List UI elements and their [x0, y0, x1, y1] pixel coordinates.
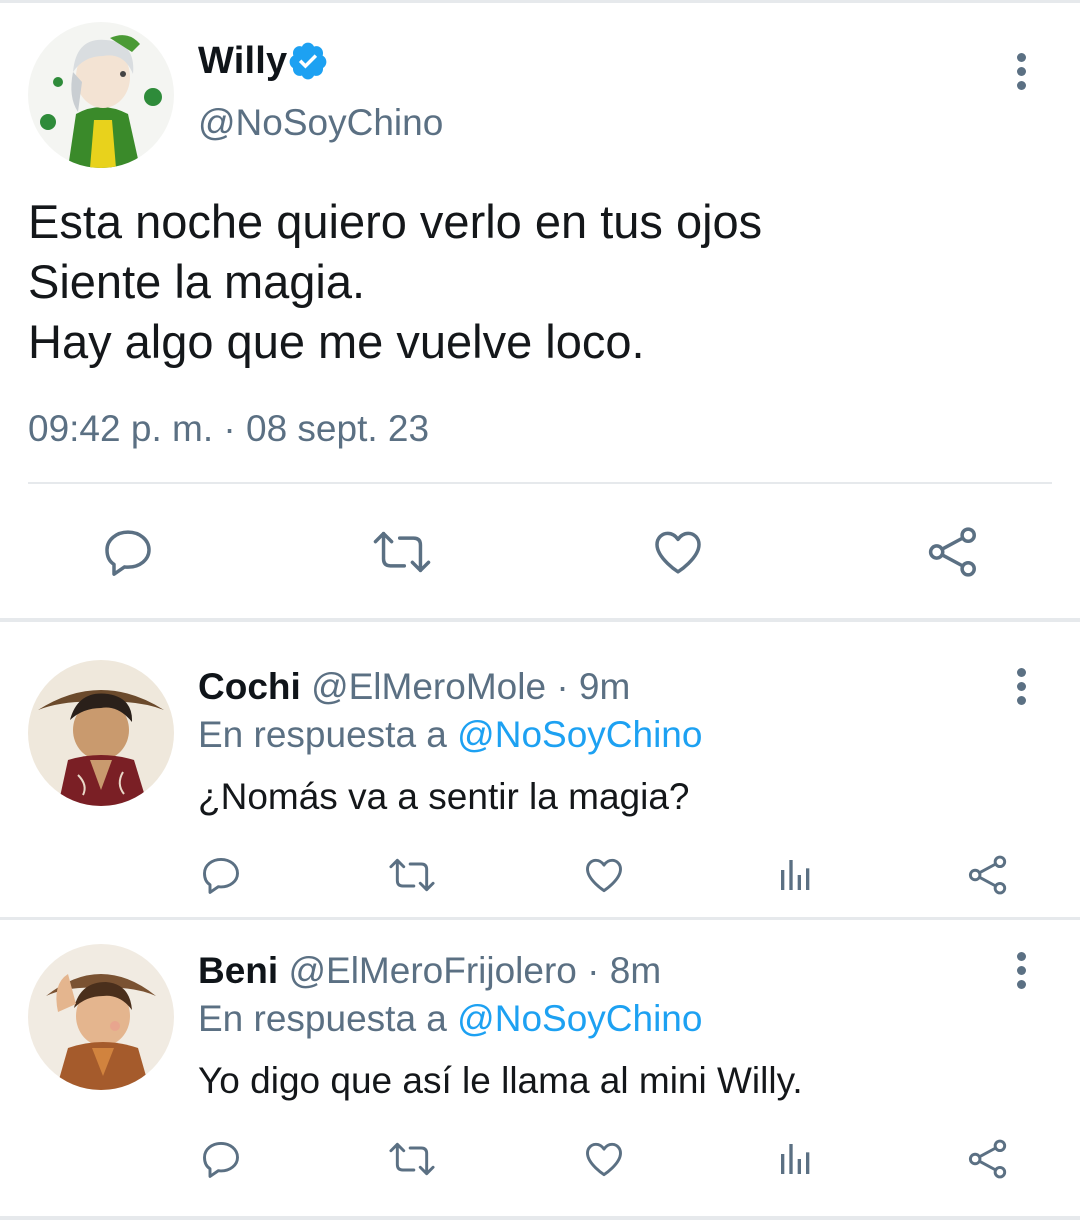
tweet-line: Esta noche quiero verlo en tus ojos — [28, 195, 763, 248]
section-divider — [0, 1216, 1080, 1220]
reply-mention-link[interactable]: @NoSoyChino — [457, 714, 702, 755]
reply-icon[interactable] — [100, 524, 156, 580]
retweet-icon[interactable] — [388, 853, 436, 897]
top-divider — [0, 0, 1080, 3]
retweet-icon[interactable] — [372, 524, 432, 580]
retweet-icon[interactable] — [388, 1137, 436, 1181]
reply-author-handle[interactable]: @ElMeroMole — [311, 666, 546, 707]
avatar[interactable] — [28, 660, 174, 806]
share-icon[interactable] — [925, 524, 981, 580]
reply-text: ¿Nomás va a sentir la magia? — [198, 776, 690, 817]
reply-author-name[interactable]: Cochi — [198, 666, 301, 707]
share-icon[interactable] — [966, 1137, 1010, 1181]
analytics-icon[interactable] — [776, 855, 816, 895]
like-icon[interactable] — [650, 524, 706, 580]
tweet-timestamp[interactable]: 09:42 p. m. · 08 sept. 23 — [28, 408, 429, 450]
reply-context-label: En respuesta a — [198, 714, 447, 755]
avatar[interactable] — [28, 22, 174, 168]
reply-icon[interactable] — [199, 1137, 243, 1181]
reply-header: Beni @ElMeroFrijolero · 8m — [198, 950, 661, 992]
reply-header: Cochi @ElMeroMole · 9m — [198, 666, 630, 708]
divider — [28, 482, 1052, 484]
avatar[interactable] — [28, 944, 174, 1090]
section-divider — [0, 917, 1080, 920]
reply-time: · 8m — [587, 950, 662, 991]
more-options-icon[interactable] — [1013, 952, 1029, 992]
reply-author-handle[interactable]: @ElMeroFrijolero — [288, 950, 576, 991]
author-handle[interactable]: @NoSoyChino — [198, 102, 443, 144]
more-options-icon[interactable] — [1013, 53, 1029, 93]
tweet-line: Siente la magia. — [28, 255, 366, 308]
reply-time: · 9m — [556, 666, 631, 707]
reply-mention-link[interactable]: @NoSoyChino — [457, 998, 702, 1039]
reply-author-name[interactable]: Beni — [198, 950, 278, 991]
analytics-icon[interactable] — [776, 1139, 816, 1179]
like-icon[interactable] — [582, 1137, 626, 1181]
reply-text: Yo digo que así le llama al mini Willy. — [198, 1060, 803, 1101]
like-icon[interactable] — [582, 853, 626, 897]
share-icon[interactable] — [966, 853, 1010, 897]
tweet-text: Esta noche quiero verlo en tus ojos Sien… — [28, 192, 762, 372]
reply-context: En respuesta a @NoSoyChino — [198, 998, 702, 1040]
section-divider — [0, 618, 1080, 622]
more-options-icon[interactable] — [1013, 668, 1029, 708]
tweet-line: Hay algo que me vuelve loco. — [28, 315, 645, 368]
reply-context-label: En respuesta a — [198, 998, 447, 1039]
reply-icon[interactable] — [199, 853, 243, 897]
reply-context: En respuesta a @NoSoyChino — [198, 714, 702, 756]
verified-badge-icon — [287, 40, 329, 82]
author-name[interactable]: Willy — [198, 40, 287, 83]
